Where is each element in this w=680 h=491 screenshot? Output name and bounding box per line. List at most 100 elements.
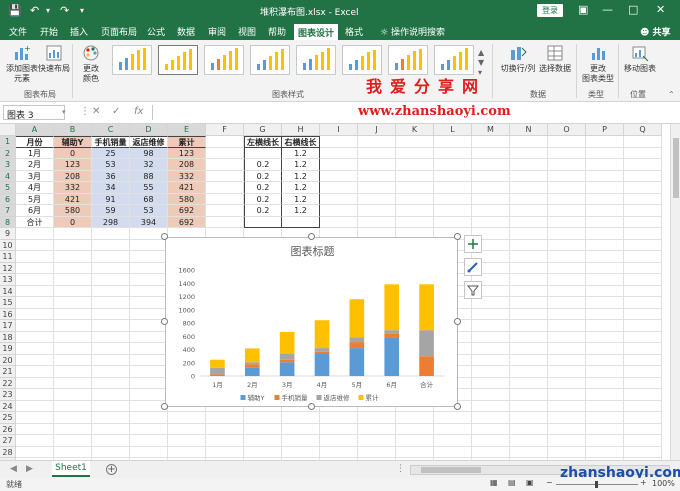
grid-cell[interactable] <box>586 216 624 228</box>
grid-cell[interactable] <box>16 446 54 458</box>
grid-cell[interactable] <box>586 400 624 412</box>
grid-cell[interactable] <box>472 343 510 355</box>
grid-cell[interactable] <box>510 170 548 182</box>
table-cell[interactable]: 68 <box>130 193 168 205</box>
grid-cell[interactable] <box>168 423 206 435</box>
grid-cell[interactable] <box>92 274 130 286</box>
grid-cell[interactable] <box>624 228 662 240</box>
grid-cell[interactable] <box>130 297 168 309</box>
tab-formulas[interactable]: 公式 <box>147 25 165 38</box>
row-header[interactable]: 13 <box>0 274 16 286</box>
column-header[interactable]: I <box>320 124 358 136</box>
grid-cell[interactable] <box>510 400 548 412</box>
grid-cell[interactable] <box>244 435 282 447</box>
grid-cell[interactable] <box>396 182 434 194</box>
grid-cell[interactable] <box>92 389 130 401</box>
grid-cell[interactable] <box>320 136 358 148</box>
ribbon-display-icon[interactable]: ▣ <box>578 3 588 16</box>
side-table-cell[interactable]: 1.2 <box>282 170 320 182</box>
grid-cell[interactable] <box>624 147 662 159</box>
grid-cell[interactable] <box>624 446 662 458</box>
grid-cell[interactable] <box>168 446 206 458</box>
grid-cell[interactable] <box>92 343 130 355</box>
grid-cell[interactable] <box>510 205 548 217</box>
bar-segment[interactable] <box>279 332 295 355</box>
bar-segment[interactable] <box>384 337 400 376</box>
grid-cell[interactable] <box>244 423 282 435</box>
table-cell[interactable]: 580 <box>54 205 92 217</box>
row-header[interactable]: 14 <box>0 285 16 297</box>
grid-cell[interactable] <box>548 400 586 412</box>
row-header[interactable]: 12 <box>0 262 16 274</box>
column-header[interactable]: A <box>16 124 54 136</box>
grid-cell[interactable] <box>510 193 548 205</box>
tab-home[interactable]: 开始 <box>40 25 58 38</box>
zoom-level[interactable]: 100% <box>652 479 675 488</box>
vertical-scrollbar-thumb[interactable] <box>673 138 679 198</box>
table-cell[interactable]: 332 <box>168 170 206 182</box>
grid-cell[interactable] <box>434 136 472 148</box>
grid-cell[interactable] <box>586 308 624 320</box>
switch-row-column-button[interactable]: 切换行/列 <box>498 44 538 74</box>
table-cell[interactable]: 208 <box>54 170 92 182</box>
column-header[interactable]: D <box>130 124 168 136</box>
grid-cell[interactable] <box>624 239 662 251</box>
grid-cell[interactable] <box>54 251 92 263</box>
bar-segment[interactable] <box>314 348 330 352</box>
grid-cell[interactable] <box>358 216 396 228</box>
grid-cell[interactable] <box>396 446 434 458</box>
tab-help[interactable]: 帮助 <box>268 25 286 38</box>
bar-segment[interactable] <box>384 284 400 331</box>
grid-cell[interactable] <box>586 366 624 378</box>
grid-cell[interactable] <box>396 216 434 228</box>
table-cell[interactable]: 53 <box>130 205 168 217</box>
grid-cell[interactable] <box>510 366 548 378</box>
chart-style-6[interactable] <box>342 45 382 75</box>
grid-cell[interactable] <box>548 423 586 435</box>
tab-insert[interactable]: 插入 <box>70 25 88 38</box>
move-chart-button[interactable]: 移动图表 <box>620 44 660 74</box>
grid-cell[interactable] <box>358 446 396 458</box>
grid-cell[interactable] <box>624 308 662 320</box>
grid-cell[interactable] <box>548 251 586 263</box>
grid-cell[interactable] <box>92 251 130 263</box>
grid-cell[interactable] <box>586 147 624 159</box>
grid-cell[interactable] <box>434 435 472 447</box>
bar-segment[interactable] <box>384 333 400 338</box>
row-header[interactable]: 9 <box>0 228 16 240</box>
column-header[interactable]: J <box>358 124 396 136</box>
styles-scroll-up-icon[interactable]: ▲ <box>478 48 484 57</box>
bar-segment[interactable] <box>314 351 330 355</box>
row-header[interactable]: 22 <box>0 377 16 389</box>
share-button[interactable]: ☻ 共享 <box>640 25 671 38</box>
grid-cell[interactable] <box>130 239 168 251</box>
grid-cell[interactable] <box>396 193 434 205</box>
table-cell[interactable]: 332 <box>54 182 92 194</box>
grid-cell[interactable] <box>358 412 396 424</box>
bar-segment[interactable] <box>349 348 365 376</box>
side-table-cell[interactable]: 0.2 <box>244 182 282 194</box>
tab-page-layout[interactable]: 页面布局 <box>101 25 137 38</box>
grid-cell[interactable] <box>472 412 510 424</box>
side-table-cell[interactable]: 1.2 <box>282 193 320 205</box>
bar-segment[interactable] <box>419 356 434 376</box>
row-header[interactable]: 3 <box>0 159 16 171</box>
resize-handle-left[interactable] <box>161 318 168 325</box>
grid-cell[interactable] <box>624 182 662 194</box>
grid-cell[interactable] <box>624 423 662 435</box>
chart-filters-button[interactable] <box>464 281 482 299</box>
table-cell[interactable]: 421 <box>168 182 206 194</box>
grid-cell[interactable] <box>92 400 130 412</box>
grid-cell[interactable] <box>320 170 358 182</box>
grid-cell[interactable] <box>168 435 206 447</box>
zoom-out-icon[interactable]: − <box>546 478 553 487</box>
row-header[interactable]: 21 <box>0 366 16 378</box>
column-header[interactable]: N <box>510 124 548 136</box>
grid-cell[interactable] <box>206 147 244 159</box>
chart-style-2[interactable] <box>158 45 198 75</box>
change-colors-button[interactable]: 更改 颜色 <box>78 44 104 84</box>
grid-cell[interactable] <box>54 400 92 412</box>
row-header[interactable]: 5 <box>0 182 16 194</box>
side-table-cell[interactable]: 1.2 <box>282 147 320 159</box>
row-header[interactable]: 16 <box>0 308 16 320</box>
